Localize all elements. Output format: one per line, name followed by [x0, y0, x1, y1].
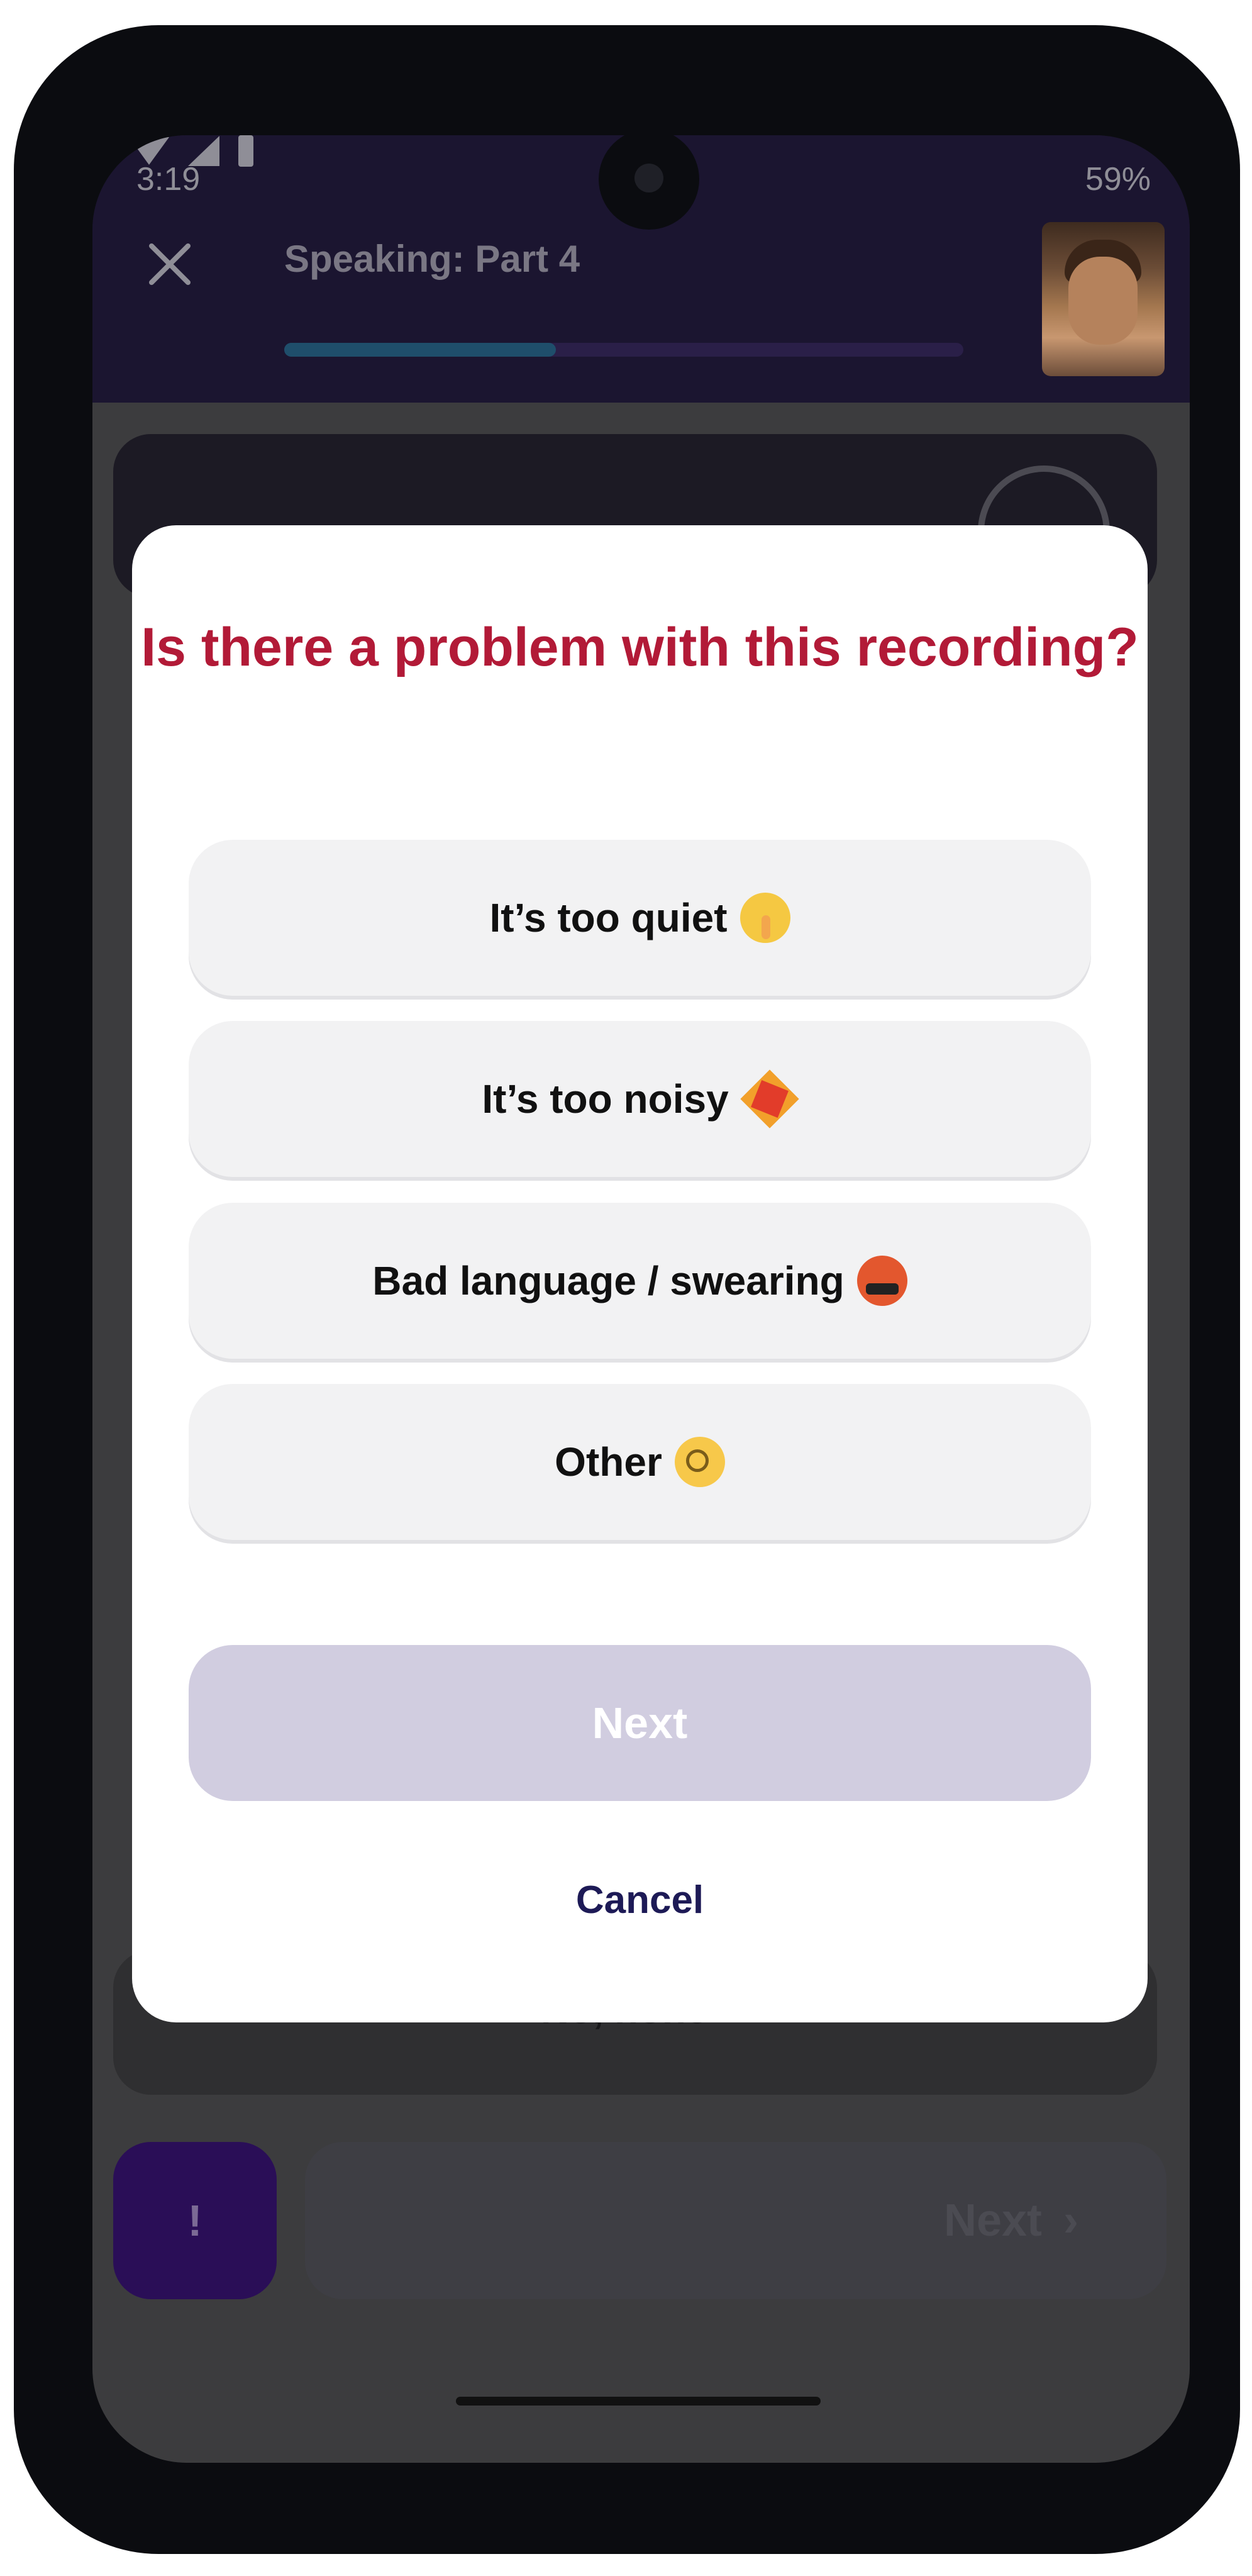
report-button[interactable]: ! [113, 2142, 277, 2299]
option-label: Other [555, 1439, 662, 1485]
report-problem-dialog: Is there a problem with this recording? … [132, 525, 1148, 2022]
home-indicator[interactable] [456, 2397, 821, 2406]
option-label: It’s too quiet [489, 895, 728, 940]
page-title: Speaking: Part 4 [284, 238, 580, 280]
option-too-noisy[interactable]: It’s too noisy [189, 1021, 1091, 1177]
next-button-label: Next [592, 1698, 688, 1748]
option-label: Bad language / swearing [372, 1258, 845, 1303]
option-too-quiet[interactable]: It’s too quiet [189, 840, 1091, 996]
chevron-right-icon: › [1063, 2195, 1078, 2246]
battery-icon [238, 135, 253, 167]
cancel-button[interactable]: Cancel [132, 1878, 1148, 1922]
front-camera [634, 164, 663, 192]
collision-icon [741, 1071, 798, 1127]
swearing-face-icon [856, 1256, 907, 1306]
progress-bar [284, 343, 963, 357]
next-button[interactable]: Next [189, 1645, 1091, 1801]
close-icon[interactable] [141, 236, 198, 293]
report-label: ! [187, 2196, 202, 2245]
dialog-title: Is there a problem with this recording? [141, 617, 1139, 677]
battery-percent: 59% [1085, 161, 1151, 198]
shushing-face-icon [740, 893, 790, 943]
avatar-face [1068, 257, 1138, 345]
option-label: It’s too noisy [482, 1076, 729, 1122]
progress-fill [284, 343, 556, 357]
camera-notch [599, 135, 699, 230]
vibrate-icon [92, 136, 110, 166]
next-label: Next [943, 2195, 1043, 2246]
monocle-face-icon [674, 1437, 725, 1487]
next-button-disabled: Next › [305, 2142, 1166, 2299]
option-bad-language[interactable]: Bad language / swearing [189, 1203, 1091, 1359]
status-time: 3:19 [136, 161, 201, 198]
option-other[interactable]: Other [189, 1384, 1091, 1540]
avatar [1042, 222, 1165, 376]
app-header: 3:19 59% Speaking: Part 4 [92, 135, 1190, 403]
